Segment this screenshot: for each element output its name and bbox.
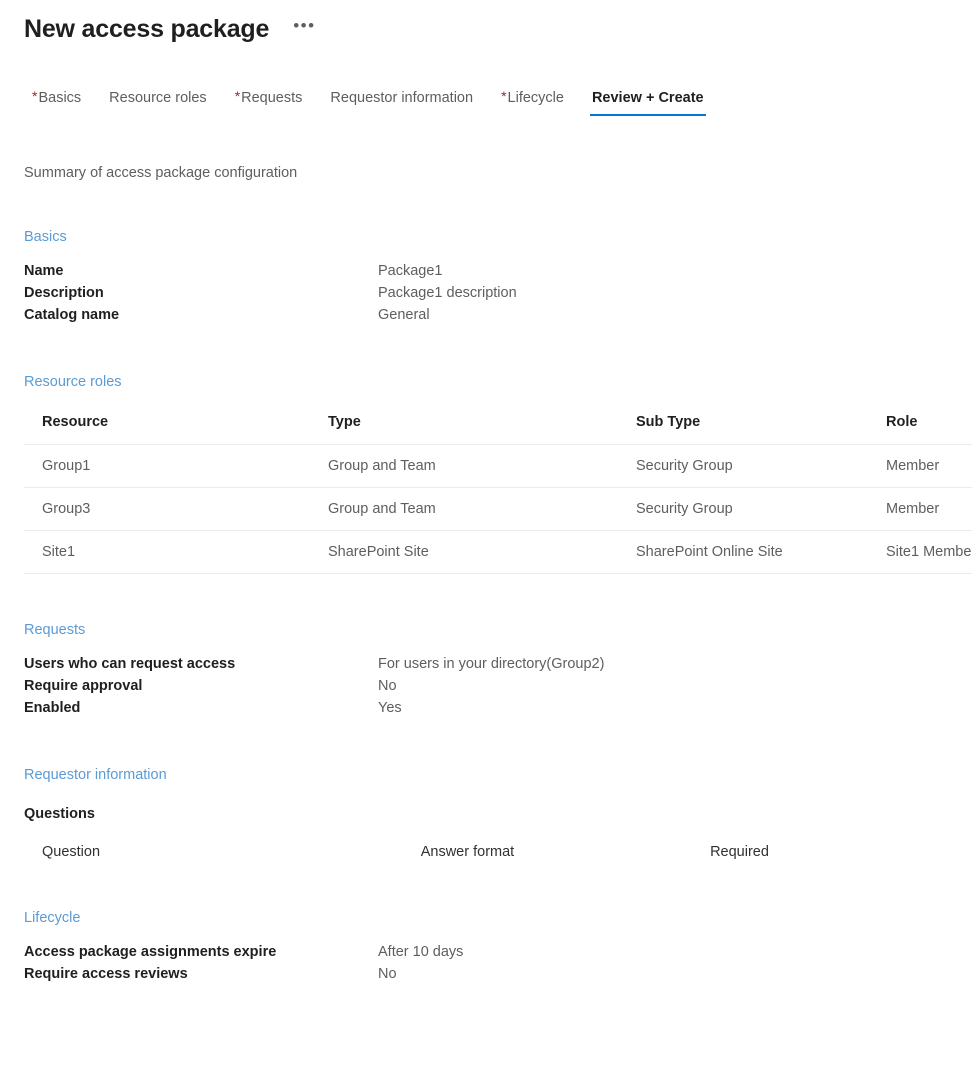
- required-asterisk-icon: *: [32, 88, 38, 104]
- detail-label: Require access reviews: [24, 966, 188, 982]
- table-row: Group1 Group and Team Security Group Mem…: [24, 444, 972, 488]
- detail-value: After 10 days: [378, 944, 464, 960]
- section-heading-resource-roles: Resource roles: [24, 374, 122, 390]
- tab-label: Resource roles: [109, 90, 207, 106]
- detail-label: Users who can request access: [24, 656, 236, 672]
- page-title: New access package: [24, 15, 270, 43]
- tab-basics[interactable]: * Basics: [18, 88, 95, 116]
- resource-roles-table: Resource Type Sub Type Role Group1 Group…: [24, 414, 972, 574]
- cell-role: Member: [868, 487, 972, 531]
- column-header-required: Required: [710, 844, 769, 860]
- tab-label: Lifecycle: [507, 90, 564, 106]
- section-heading-requestor-information: Requestor information: [24, 767, 167, 783]
- detail-value: Yes: [378, 700, 402, 716]
- detail-value: Package1: [378, 263, 443, 279]
- table-row: Site1 SharePoint Site SharePoint Online …: [24, 530, 972, 574]
- tab-review-create[interactable]: Review + Create: [578, 88, 718, 116]
- requests-details: Users who can request access For users i…: [24, 653, 972, 719]
- detail-row: Name Package1: [24, 260, 972, 282]
- detail-label: Name: [24, 263, 64, 279]
- column-header-resource: Resource: [24, 414, 310, 445]
- cell-sub-type: SharePoint Online Site: [618, 530, 868, 574]
- column-header-type: Type: [310, 414, 618, 445]
- questions-label: Questions: [24, 806, 95, 822]
- tab-label: Requestor information: [330, 90, 474, 106]
- access-package-wizard: New access package ••• * Basics Resource…: [0, 0, 972, 1084]
- active-tab-underline: [589, 114, 706, 116]
- cell-type: Group and Team: [310, 487, 618, 531]
- cell-type: SharePoint Site: [310, 530, 618, 574]
- section-heading-lifecycle: Lifecycle: [24, 910, 81, 926]
- cell-sub-type: Security Group: [618, 444, 868, 488]
- cell-resource: Group1: [24, 444, 310, 488]
- column-header-role: Role: [868, 414, 972, 445]
- cell-sub-type: Security Group: [618, 487, 868, 531]
- detail-value: General: [378, 307, 430, 323]
- column-header-sub-type: Sub Type: [618, 414, 868, 445]
- tab-label: Review + Create: [591, 90, 704, 106]
- more-options-icon[interactable]: •••: [289, 17, 319, 40]
- detail-label: Require approval: [24, 678, 143, 694]
- tab-resource-roles[interactable]: Resource roles: [95, 88, 221, 116]
- required-asterisk-icon: *: [234, 88, 241, 104]
- detail-row: Require access reviews No: [24, 963, 972, 985]
- column-header-question: Question: [42, 844, 101, 860]
- tab-requests[interactable]: * Requests: [221, 88, 317, 116]
- detail-value: No: [378, 966, 397, 982]
- detail-row: Description Package1 description: [24, 282, 972, 304]
- detail-label: Enabled: [24, 700, 81, 716]
- detail-row: Users who can request access For users i…: [24, 653, 972, 675]
- detail-value: For users in your directory(Group2): [378, 656, 605, 672]
- cell-type: Group and Team: [310, 444, 618, 488]
- detail-row: Require approval No: [24, 675, 972, 697]
- cell-resource: Site1: [24, 530, 310, 574]
- detail-row: Access package assignments expire After …: [24, 941, 972, 963]
- cell-role: Member: [868, 444, 972, 488]
- table-header-row: Resource Type Sub Type Role: [24, 414, 972, 445]
- detail-value: Package1 description: [378, 285, 517, 301]
- detail-label: Access package assignments expire: [24, 944, 277, 960]
- tab-label: Basics: [38, 90, 82, 106]
- tab-label: Requests: [241, 90, 303, 106]
- lifecycle-details: Access package assignments expire After …: [24, 941, 972, 985]
- detail-row: Catalog name General: [24, 304, 972, 326]
- wizard-tabs: * Basics Resource roles * Requests Reque…: [0, 84, 972, 116]
- required-asterisk-icon: *: [501, 88, 507, 104]
- section-heading-basics: Basics: [24, 229, 67, 245]
- section-heading-requests: Requests: [24, 622, 86, 638]
- detail-value: No: [378, 678, 397, 694]
- detail-label: Description: [24, 285, 104, 301]
- table-row: Group3 Group and Team Security Group Mem…: [24, 487, 972, 531]
- detail-label: Catalog name: [24, 307, 120, 323]
- blade-header: New access package •••: [0, 0, 972, 46]
- cell-role: Site1 Members: [868, 530, 972, 574]
- column-header-answer-format: Answer format: [420, 844, 515, 860]
- review-content: Summary of access package configuration …: [0, 165, 972, 985]
- questions-table: Question Answer format Required: [24, 844, 924, 866]
- basics-details: Name Package1 Description Package1 descr…: [24, 260, 972, 326]
- table-header-row: Question Answer format Required: [24, 844, 924, 866]
- tab-requestor-information[interactable]: Requestor information: [316, 88, 487, 116]
- tab-lifecycle[interactable]: * Lifecycle: [487, 88, 578, 116]
- detail-row: Enabled Yes: [24, 697, 972, 719]
- cell-resource: Group3: [24, 487, 310, 531]
- summary-caption: Summary of access package configuration: [24, 165, 298, 181]
